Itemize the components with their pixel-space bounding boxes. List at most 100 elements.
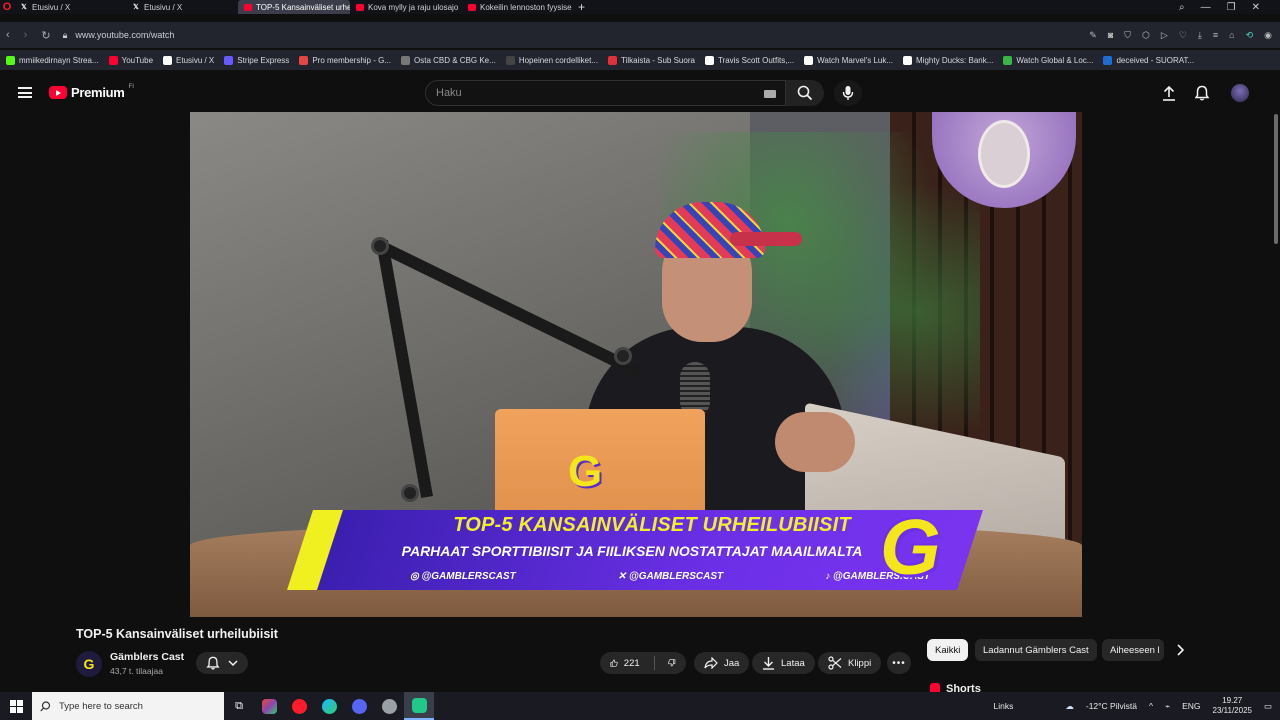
bookmark-item[interactable]: Pro membership - G... <box>299 55 391 65</box>
taskbar-app-edge[interactable] <box>314 692 344 720</box>
youtube-premium-logo[interactable]: Premium FI <box>49 84 134 100</box>
lock-small-icon[interactable]: ⌂ <box>1229 30 1234 41</box>
bookmark-item[interactable]: Stripe Express <box>224 55 289 65</box>
lock-icon[interactable]: 🔒︎ <box>63 30 68 41</box>
thumbs-down-icon[interactable] <box>668 656 676 670</box>
subscribed-notifications-button[interactable] <box>196 652 248 674</box>
bookmark-item[interactable]: Watch Marvel's Luk... <box>804 55 893 65</box>
edge-icon <box>321 698 337 714</box>
bookmark-item[interactable]: Hopeinen cordelliket... <box>505 55 598 65</box>
download-button[interactable]: Lataa <box>752 652 815 674</box>
bookmark-item[interactable]: Watch Global & Loc... <box>1003 55 1093 65</box>
camera-icon[interactable]: ◙ <box>1108 30 1113 41</box>
clock-time: 19.27 <box>1222 696 1243 705</box>
video-frame-hand <box>775 412 855 472</box>
menu-icon[interactable]: ≡ <box>1213 30 1218 41</box>
chip-all[interactable]: Kaikki <box>927 639 969 661</box>
links-toolbar[interactable]: Links <box>994 701 1014 711</box>
translate-icon[interactable]: ⟲ <box>1246 30 1254 41</box>
notifications-center-icon[interactable]: ▭ <box>1264 701 1272 712</box>
search-input[interactable] <box>436 87 736 99</box>
hamburger-menu-icon[interactable] <box>18 87 32 98</box>
edit-icon[interactable]: ✎ <box>1089 30 1097 41</box>
shield-icon[interactable]: ⛉ <box>1124 30 1131 41</box>
office-icon <box>261 698 277 714</box>
channel-avatar[interactable]: G <box>76 651 102 677</box>
share-button[interactable]: Jaa <box>694 652 750 674</box>
network-icon[interactable]: ⌁ <box>1165 701 1170 712</box>
clock[interactable]: 19.27 23/11/2025 <box>1213 696 1252 716</box>
video-player[interactable]: G TOP-5 KANSAINVÄLISET URHEILUBIISIT PAR… <box>190 112 1082 617</box>
url-field[interactable]: www.youtube.com/watch <box>75 30 174 40</box>
bookmark-item[interactable]: deceived - SUORAT... <box>1103 55 1195 65</box>
bookmark-label: Pro membership - G... <box>312 55 391 65</box>
x-handle: ✕ @GAMBLERSCAST <box>618 571 723 582</box>
bookmark-item[interactable]: mmiikedirnayn Strea... <box>6 55 99 65</box>
search-tabs-icon[interactable]: ⌕ <box>1179 2 1185 13</box>
browser-tab[interactable]: 𝕏 Etusivu / X <box>14 0 126 14</box>
browser-tab[interactable]: Kova mylly ja raju ulosajo <box>350 0 462 14</box>
thumbs-up-icon[interactable] <box>610 656 618 670</box>
weather-text[interactable]: -12°C Pilvistä <box>1086 701 1137 711</box>
bookmark-item[interactable]: Osta CBD & CBG Ke... <box>401 55 496 65</box>
account-avatar[interactable] <box>1231 84 1249 102</box>
profile-icon[interactable]: ◉ <box>1264 30 1272 41</box>
page-scrollbar[interactable] <box>1274 114 1278 244</box>
bookmark-item[interactable]: Etusivu / X <box>163 55 214 65</box>
clip-label: Klippi <box>848 657 872 669</box>
chip-related[interactable]: Aiheeseen l <box>1102 639 1164 661</box>
taskbar-app-vpn[interactable] <box>374 692 404 720</box>
youtube-header: Premium FI <box>0 73 1280 113</box>
bookmark-item[interactable]: YouTube <box>108 55 153 65</box>
windows-taskbar: Type here to search ⧉ Links ☁ -12°C Pilv… <box>0 692 1280 720</box>
bookmark-label: deceived - SUORAT... <box>1116 55 1195 65</box>
bookmark-item[interactable]: Mighty Ducks: Bank... <box>903 55 993 65</box>
browser-tab[interactable]: 𝕏 Etusivu / X <box>126 0 238 14</box>
minimize-icon[interactable]: — <box>1201 2 1211 13</box>
search-button[interactable] <box>786 80 824 106</box>
bookmark-item[interactable]: Tilkaista - Sub Suora <box>607 55 695 65</box>
clip-button[interactable]: Klippi <box>818 652 882 674</box>
bookmark-favicon-icon <box>6 55 15 65</box>
upload-button[interactable] <box>1160 84 1178 102</box>
chip-uploaded-by[interactable]: Ladannut Gämblers Cast <box>975 639 1097 661</box>
taskbar-app-discord[interactable] <box>344 692 374 720</box>
task-view-button[interactable]: ⧉ <box>224 692 254 720</box>
browser-tab-active[interactable]: TOP-5 Kansainväliset urhe <box>238 0 350 14</box>
opera-menu-icon[interactable]: O <box>0 0 14 14</box>
language-indicator[interactable]: ENG <box>1182 701 1200 711</box>
forward-icon[interactable]: › <box>24 29 28 42</box>
taskbar-app-opera[interactable] <box>284 692 314 720</box>
taskbar-app-active[interactable] <box>404 692 434 720</box>
logo-wordmark: Premium <box>71 85 125 100</box>
back-icon[interactable]: ‹ <box>6 29 10 42</box>
new-tab-button[interactable]: + <box>578 0 585 14</box>
reload-icon[interactable]: ↻ <box>41 29 50 42</box>
more-actions-button[interactable]: ••• <box>887 652 911 674</box>
subscriber-count: 43,7 t. tilaajaa <box>110 666 163 676</box>
browser-tab[interactable]: Kokeilin lennoston fyysise <box>462 0 574 14</box>
tab-label: TOP-5 Kansainväliset urhe <box>256 2 350 12</box>
taskbar-search[interactable]: Type here to search <box>32 692 224 720</box>
instagram-handle-text: @GAMBLERSCAST <box>421 571 516 582</box>
keyboard-icon[interactable] <box>764 90 776 98</box>
download-icon[interactable]: ⤓ <box>1198 30 1202 41</box>
extensions-icon[interactable]: ⬡ <box>1142 30 1150 41</box>
play-icon[interactable]: ▷ <box>1161 30 1168 41</box>
video-frame-joint <box>371 237 389 255</box>
taskbar-app-office[interactable] <box>254 692 284 720</box>
restore-icon[interactable]: ❐ <box>1227 2 1236 13</box>
start-button[interactable] <box>0 692 32 720</box>
channel-name[interactable]: Gämblers Cast <box>110 651 184 663</box>
heart-icon[interactable]: ♡ <box>1179 30 1187 41</box>
banner-title: TOP-5 KANSAINVÄLISET URHEILUBIISIT <box>453 514 851 536</box>
notifications-button[interactable] <box>1193 84 1211 102</box>
voice-search-button[interactable] <box>834 80 862 106</box>
like-count[interactable]: 221 <box>624 658 640 669</box>
close-icon[interactable]: ✕ <box>1252 2 1260 13</box>
chips-next-button[interactable] <box>1170 640 1190 660</box>
video-frame-joint <box>401 484 419 502</box>
chevron-up-icon[interactable]: ^ <box>1149 701 1153 711</box>
bookmark-item[interactable]: Travis Scott Outfits,... <box>704 55 794 65</box>
bookmarks-bar: mmiikedirnayn Strea... YouTube Etusivu / X… <box>0 50 1280 70</box>
